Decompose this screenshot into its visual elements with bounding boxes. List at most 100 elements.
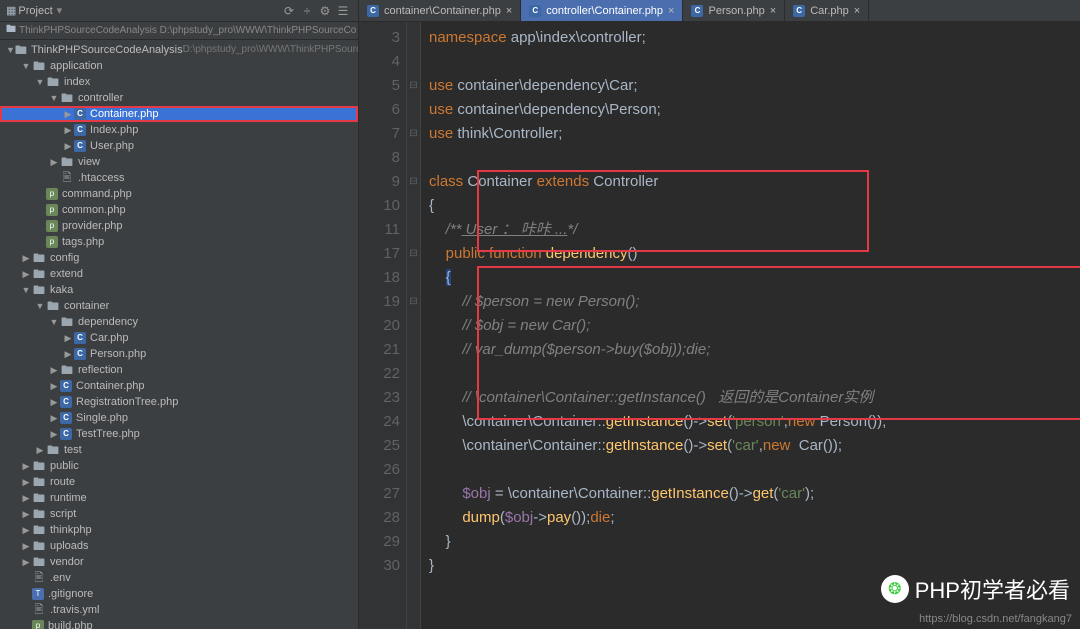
tree-item-provider-php[interactable]: provider.php [0, 218, 358, 234]
fold-column[interactable]: ⊟ ⊟ ⊟ ⊟ ⊟ [407, 22, 421, 629]
expand-arrow[interactable]: ▶ [62, 122, 74, 138]
tree-item-script[interactable]: ▶script [0, 506, 358, 522]
expand-arrow[interactable]: ▶ [62, 138, 74, 154]
tree-item-kaka[interactable]: ▼kaka [0, 282, 358, 298]
expand-arrow[interactable]: ▶ [20, 522, 32, 538]
tree-item-container-php[interactable]: ▶Container.php [0, 106, 358, 122]
close-icon[interactable]: × [506, 5, 512, 17]
code-line[interactable]: $obj = \container\Container::getInstance… [429, 482, 1080, 506]
tree-label: User.php [90, 138, 134, 154]
tree-item-build-php[interactable]: build.php [0, 618, 358, 629]
tree-item-single-php[interactable]: ▶Single.php [0, 410, 358, 426]
close-icon[interactable]: × [770, 5, 776, 17]
expand-arrow[interactable]: ▶ [48, 362, 60, 378]
fold-marker[interactable]: ⊟ [407, 170, 420, 194]
code-line[interactable]: use container\dependency\Person; [429, 98, 1080, 122]
expand-arrow[interactable]: ▶ [20, 554, 32, 570]
tree-item-public[interactable]: ▶public [0, 458, 358, 474]
code-editor[interactable]: 345678910111718192021222324252627282930 … [359, 22, 1080, 629]
tree-item-route[interactable]: ▶route [0, 474, 358, 490]
expand-arrow[interactable]: ▶ [48, 154, 60, 170]
tree-item-tags-php[interactable]: tags.php [0, 234, 358, 250]
tab-container-container-php[interactable]: container\Container.php× [359, 0, 521, 21]
expand-arrow[interactable]: ▶ [62, 330, 74, 346]
expand-arrow[interactable]: ▼ [34, 298, 46, 314]
editor-tabs[interactable]: container\Container.php×controller\Conta… [359, 0, 1080, 22]
code-line[interactable]: \container\Container::getInstance()->set… [429, 434, 1080, 458]
tree-item-vendor[interactable]: ▶vendor [0, 554, 358, 570]
code-line[interactable]: namespace app\index\controller; [429, 26, 1080, 50]
code-body[interactable]: namespace app\index\controller; use conta… [421, 22, 1080, 629]
tree-item-testtree-php[interactable]: ▶TestTree.php [0, 426, 358, 442]
tree-item-person-php[interactable]: ▶Person.php [0, 346, 358, 362]
tab-car-php[interactable]: Car.php× [785, 0, 869, 21]
fold-marker[interactable]: ⊟ [407, 290, 420, 314]
divide-icon[interactable]: ÷ [298, 4, 316, 18]
tree-item-dependency[interactable]: ▼dependency [0, 314, 358, 330]
expand-arrow[interactable]: ▼ [34, 74, 46, 90]
tree-item-container[interactable]: ▼container [0, 298, 358, 314]
tree-item-view[interactable]: ▶view [0, 154, 358, 170]
tree-item--htaccess[interactable]: .htaccess [0, 170, 358, 186]
close-icon[interactable]: × [668, 5, 674, 17]
tree-item-container-php[interactable]: ▶Container.php [0, 378, 358, 394]
expand-arrow[interactable]: ▼ [48, 314, 60, 330]
expand-arrow[interactable]: ▶ [20, 538, 32, 554]
tree-item-test[interactable]: ▶test [0, 442, 358, 458]
tree-item-common-php[interactable]: common.php [0, 202, 358, 218]
expand-arrow[interactable]: ▶ [62, 106, 74, 122]
expand-arrow[interactable]: ▶ [20, 266, 32, 282]
gear-icon[interactable]: ⚙ [316, 4, 334, 18]
tree-item-reflection[interactable]: ▶reflection [0, 362, 358, 378]
tree-item-index[interactable]: ▼index [0, 74, 358, 90]
expand-arrow[interactable]: ▶ [34, 442, 46, 458]
tree-item-thinkphpsourcecodeanalysis[interactable]: ▼ThinkPHPSourceCodeAnalysis D:\phpstudy_… [0, 42, 358, 58]
tree-item-thinkphp[interactable]: ▶thinkphp [0, 522, 358, 538]
expand-arrow[interactable]: ▶ [20, 474, 32, 490]
fold-marker[interactable]: ⊟ [407, 122, 420, 146]
expand-arrow[interactable]: ▼ [48, 90, 60, 106]
tree-item-runtime[interactable]: ▶runtime [0, 490, 358, 506]
tab-person-php[interactable]: Person.php × [683, 0, 785, 21]
code-line[interactable]: dump($obj->pay());die; [429, 506, 1080, 530]
tab-label: Person.php [708, 5, 764, 17]
code-line[interactable]: use container\dependency\Car; [429, 74, 1080, 98]
tree-item--gitignore[interactable]: .gitignore [0, 586, 358, 602]
tree-item-registrationtree-php[interactable]: ▶RegistrationTree.php [0, 394, 358, 410]
tree-item--travis-yml[interactable]: .travis.yml [0, 602, 358, 618]
tree-item-command-php[interactable]: command.php [0, 186, 358, 202]
code-line[interactable] [429, 146, 1080, 170]
tree-item-uploads[interactable]: ▶uploads [0, 538, 358, 554]
code-line[interactable]: use think\Controller; [429, 122, 1080, 146]
tree-item-index-php[interactable]: ▶Index.php [0, 122, 358, 138]
fold-marker[interactable]: ⊟ [407, 74, 420, 98]
expand-arrow[interactable]: ▶ [62, 346, 74, 362]
tree-item-application[interactable]: ▼application [0, 58, 358, 74]
expand-arrow[interactable]: ▶ [20, 458, 32, 474]
expand-arrow[interactable]: ▼ [6, 42, 15, 58]
sync-icon[interactable]: ⟳ [280, 4, 298, 18]
expand-arrow[interactable]: ▶ [48, 410, 60, 426]
expand-arrow[interactable]: ▶ [20, 490, 32, 506]
tree-item-extend[interactable]: ▶extend [0, 266, 358, 282]
tree-item-config[interactable]: ▶config [0, 250, 358, 266]
expand-arrow[interactable]: ▶ [48, 394, 60, 410]
fold-marker[interactable]: ⊟ [407, 242, 420, 266]
collapse-icon[interactable]: ☰ [334, 4, 352, 18]
code-line[interactable] [429, 50, 1080, 74]
code-line[interactable] [429, 458, 1080, 482]
expand-arrow[interactable]: ▶ [20, 506, 32, 522]
tree-item-controller[interactable]: ▼controller [0, 90, 358, 106]
tree-item-car-php[interactable]: ▶Car.php [0, 330, 358, 346]
tab-controller-container-php[interactable]: controller\Container.php× [521, 0, 683, 21]
expand-arrow[interactable]: ▶ [48, 426, 60, 442]
close-icon[interactable]: × [854, 5, 860, 17]
tree-item-user-php[interactable]: ▶ User.php [0, 138, 358, 154]
expand-arrow[interactable]: ▶ [48, 378, 60, 394]
code-line[interactable]: } [429, 530, 1080, 554]
expand-arrow[interactable]: ▼ [20, 58, 32, 74]
expand-arrow[interactable]: ▼ [20, 282, 32, 298]
expand-arrow[interactable]: ▶ [20, 250, 32, 266]
file-tree[interactable]: ▼ThinkPHPSourceCodeAnalysis D:\phpstudy_… [0, 40, 358, 629]
tree-item--env[interactable]: .env [0, 570, 358, 586]
